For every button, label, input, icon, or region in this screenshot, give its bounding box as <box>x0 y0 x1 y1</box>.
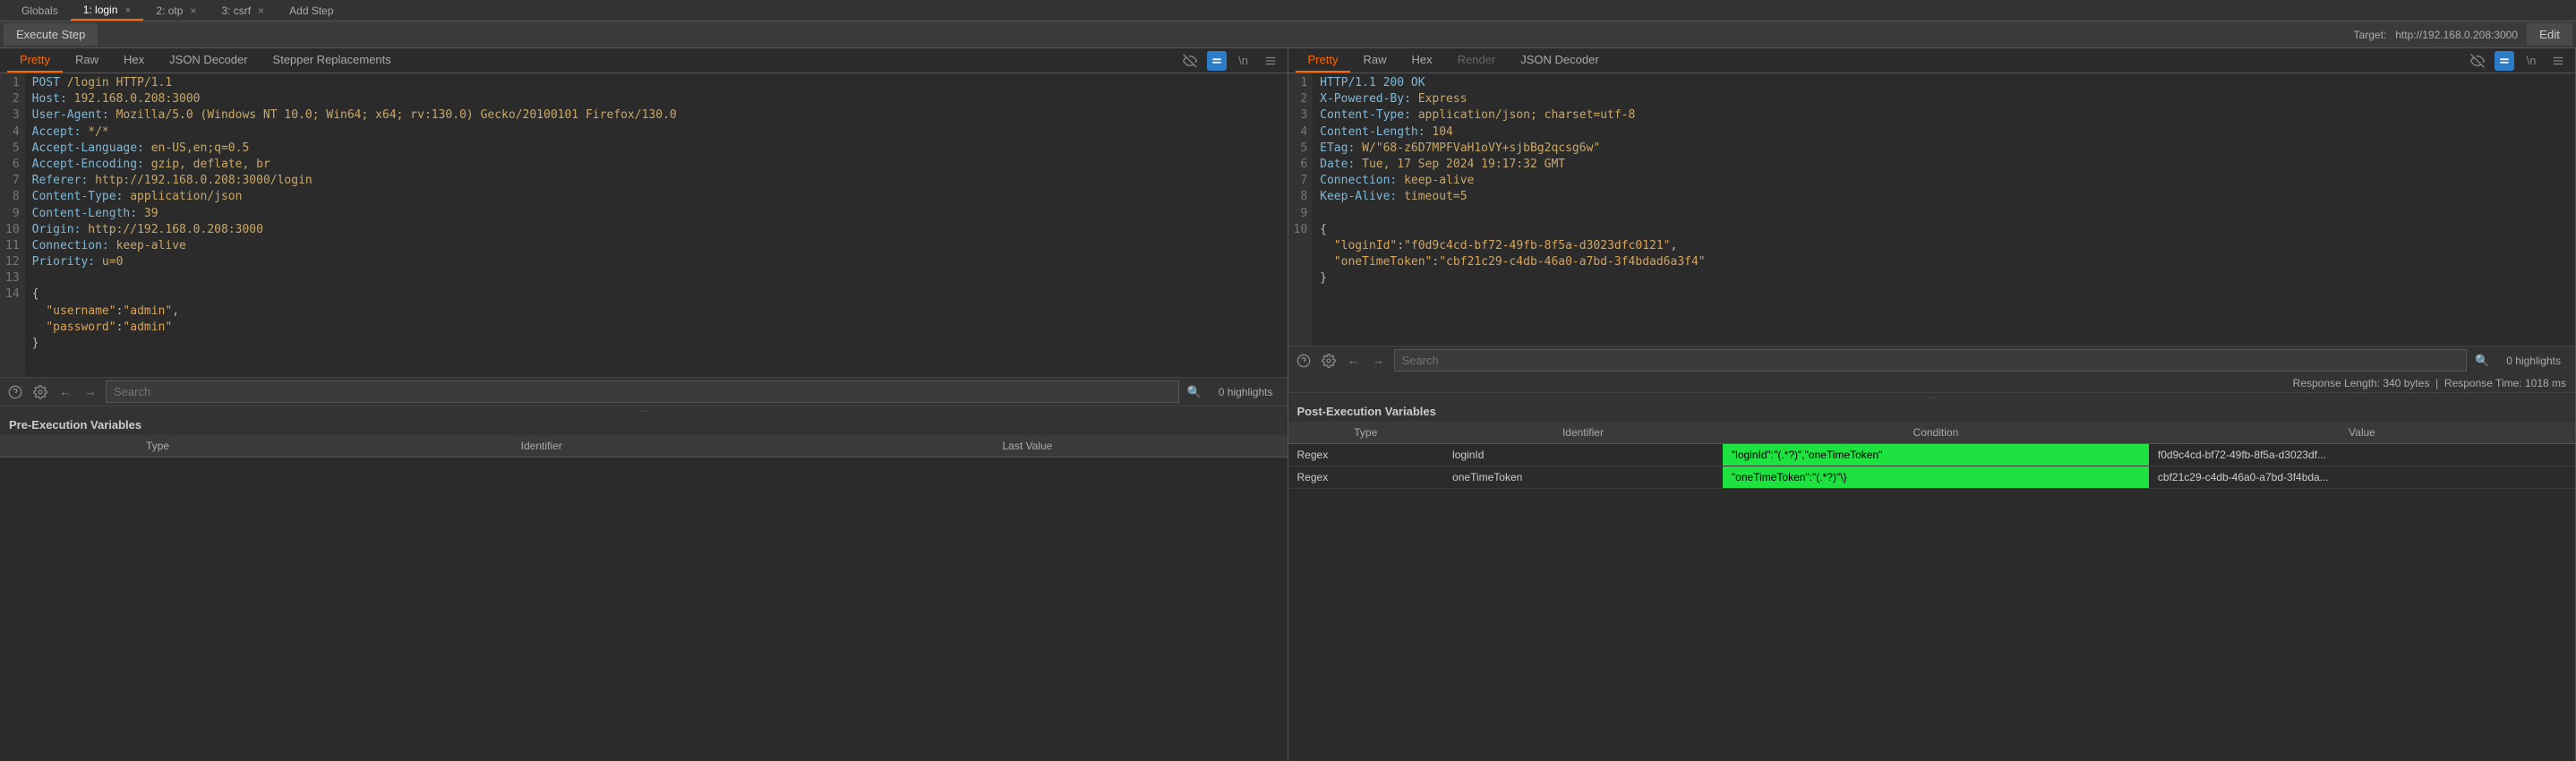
request-editor[interactable]: 1234567891011121314 POST /login HTTP/1.1… <box>0 73 1288 377</box>
col-identifier[interactable]: Identifier <box>315 435 767 457</box>
tab-label: 3: csrf <box>221 4 251 17</box>
eye-off-icon[interactable] <box>1180 51 1200 71</box>
drag-handle[interactable]: ⋯ <box>1288 392 2576 401</box>
newline-icon[interactable]: \n <box>1234 51 1254 71</box>
tab-csrf[interactable]: 3: csrf × <box>209 2 277 20</box>
tab-otp[interactable]: 2: otp × <box>143 2 209 20</box>
col-type[interactable]: Type <box>1288 422 1444 444</box>
next-icon[interactable]: → <box>81 382 100 402</box>
hamburger-icon[interactable] <box>1261 51 1280 71</box>
equals-icon[interactable] <box>1207 51 1227 71</box>
drag-handle[interactable]: ⋯ <box>0 406 1288 415</box>
cell-condition: "loginId":"(.*?)","oneTimeToken" <box>1723 444 2149 466</box>
col-identifier[interactable]: Identifier <box>1443 422 1723 444</box>
col-type[interactable]: Type <box>0 435 315 457</box>
table-row[interactable]: Regex loginId "loginId":"(.*?)","oneTime… <box>1288 444 2576 466</box>
hamburger-icon[interactable] <box>2548 51 2568 71</box>
close-icon[interactable]: × <box>258 4 264 17</box>
cell-id: loginId <box>1443 444 1723 466</box>
cell-type: Regex <box>1288 466 1444 489</box>
viewtab-pretty[interactable]: Pretty <box>1296 48 1351 73</box>
newline-icon[interactable]: \n <box>2521 51 2541 71</box>
pre-vars-table: Type Identifier Last Value <box>0 435 1288 457</box>
tab-globals[interactable]: Globals <box>9 2 71 20</box>
col-value[interactable]: Value <box>2149 422 2575 444</box>
highlight-count: 0 highlights <box>1210 386 1282 398</box>
viewtab-raw[interactable]: Raw <box>63 48 111 73</box>
edit-button[interactable]: Edit <box>2527 23 2572 46</box>
close-icon[interactable]: × <box>124 4 131 16</box>
response-panel: Pretty Raw Hex Render JSON Decoder \n 12… <box>1288 48 2576 761</box>
target-url: http://192.168.0.208:3000 <box>2395 29 2518 41</box>
response-code: HTTP/1.1 200 OK X-Powered-By: Express Co… <box>1313 73 1712 346</box>
equals-icon[interactable] <box>2495 51 2514 71</box>
top-tabs: Globals 1: login × 2: otp × 3: csrf × Add S… <box>0 0 2576 21</box>
eye-off-icon[interactable] <box>2468 51 2487 71</box>
gear-icon[interactable] <box>30 382 50 402</box>
viewtab-raw[interactable]: Raw <box>1350 48 1399 73</box>
response-meta: Response Length: 340 bytes | Response Ti… <box>1288 374 2576 392</box>
search-icon[interactable]: 🔍 <box>1185 382 1204 402</box>
tab-login[interactable]: 1: login × <box>71 1 144 21</box>
cell-id: oneTimeToken <box>1443 466 1723 489</box>
line-gutter: 12345678910 <box>1288 73 1314 346</box>
search-icon[interactable]: 🔍 <box>2472 351 2492 371</box>
gear-icon[interactable] <box>1319 351 1339 371</box>
tab-label: 1: login <box>83 4 118 16</box>
post-vars-title: Post-Execution Variables <box>1288 401 2576 422</box>
line-gutter: 1234567891011121314 <box>0 73 25 377</box>
prev-icon[interactable]: ← <box>1344 351 1364 371</box>
viewtab-pretty[interactable]: Pretty <box>7 48 63 73</box>
response-editor[interactable]: 12345678910 HTTP/1.1 200 OK X-Powered-By… <box>1288 73 2576 346</box>
viewtab-json[interactable]: JSON Decoder <box>157 48 260 73</box>
prev-icon[interactable]: ← <box>56 382 75 402</box>
cell-value: cbf21c29-c4db-46a0-a7bd-3f4bda... <box>2149 466 2575 489</box>
viewtab-hex[interactable]: Hex <box>111 48 157 73</box>
col-condition[interactable]: Condition <box>1723 422 2149 444</box>
highlight-count: 0 highlights <box>2497 355 2570 367</box>
viewtab-stepper[interactable]: Stepper Replacements <box>261 48 404 73</box>
table-row[interactable]: Regex oneTimeToken "oneTimeToken":"(.*?)… <box>1288 466 2576 489</box>
close-icon[interactable]: × <box>190 4 196 17</box>
cell-value: f0d9c4cd-bf72-49fb-8f5a-d3023df... <box>2149 444 2575 466</box>
request-panel: Pretty Raw Hex JSON Decoder Stepper Repl… <box>0 48 1288 761</box>
add-step-button[interactable]: Add Step <box>277 2 346 20</box>
viewtab-render: Render <box>1445 48 1509 73</box>
target-label: Target: <box>2354 29 2387 41</box>
toolbar: Execute Step Target: http://192.168.0.20… <box>0 21 2576 48</box>
viewtab-json[interactable]: JSON Decoder <box>1508 48 1611 73</box>
execute-step-button[interactable]: Execute Step <box>4 23 98 46</box>
next-icon[interactable]: → <box>1369 351 1389 371</box>
cell-type: Regex <box>1288 444 1444 466</box>
col-last-value[interactable]: Last Value <box>767 435 1287 457</box>
cell-condition: "oneTimeToken":"(.*?)"\} <box>1723 466 2149 489</box>
search-input[interactable] <box>106 380 1179 403</box>
request-code: POST /login HTTP/1.1 Host: 192.168.0.208… <box>25 73 684 377</box>
help-icon[interactable] <box>1294 351 1314 371</box>
tab-label: 2: otp <box>156 4 183 17</box>
search-input[interactable] <box>1394 349 2468 372</box>
viewtab-hex[interactable]: Hex <box>1399 48 1444 73</box>
pre-vars-title: Pre-Execution Variables <box>0 415 1288 435</box>
post-vars-table: Type Identifier Condition Value Regex lo… <box>1288 422 2576 489</box>
target-display: Target: http://192.168.0.208:3000 Edit <box>2354 23 2572 46</box>
help-icon[interactable] <box>5 382 25 402</box>
